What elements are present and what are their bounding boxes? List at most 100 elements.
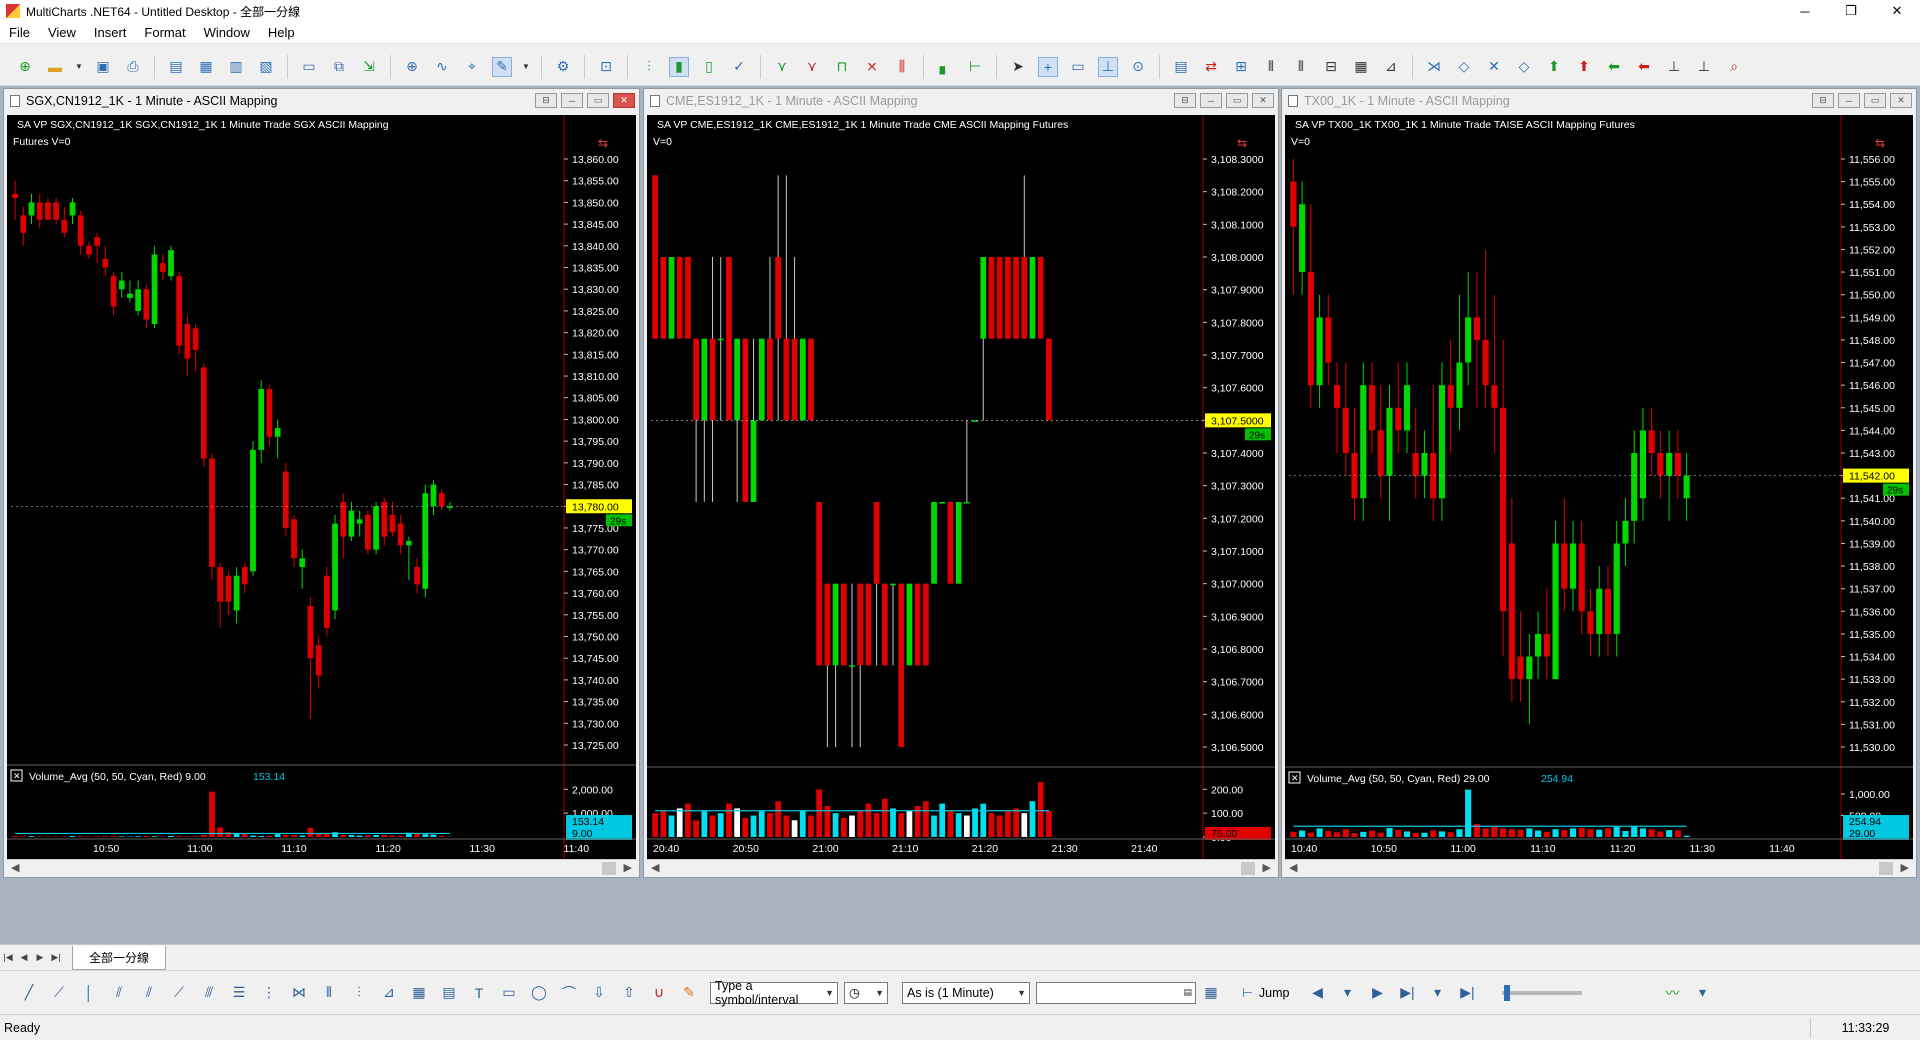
scroll-thumb[interactable] — [602, 862, 616, 875]
rectangle-icon[interactable]: ▭ — [499, 983, 519, 1003]
chart-type-icon[interactable]: 〰 — [1662, 983, 1682, 1003]
minimize-icon[interactable]: ─ — [1200, 93, 1222, 108]
scroll-thumb[interactable] — [1241, 862, 1255, 875]
horizontal-scrollbar[interactable]: ◀ ▶ — [1285, 859, 1913, 877]
chart-svg[interactable]: SA VP SGX,CN1912_1K SGX,CN1912_1K 1 Minu… — [7, 115, 636, 859]
magnet-icon[interactable]: ∪ — [649, 983, 669, 1003]
new-report-icon[interactable]: ▧ — [256, 57, 276, 77]
menu-window[interactable]: Window — [195, 25, 259, 40]
format-study-icon[interactable]: ∿ — [432, 57, 452, 77]
restore-icon[interactable]: ⊟ — [535, 93, 557, 108]
speed-slider[interactable] — [1502, 984, 1583, 1001]
grid-icon[interactable]: ▦ — [409, 983, 429, 1003]
chevron-down-icon[interactable]: ▼ — [825, 988, 834, 998]
ray-line-icon[interactable]: ⟋ — [49, 983, 69, 1003]
data-window-icon[interactable]: ▭ — [1068, 57, 1088, 77]
chart-trading-icon[interactable]: ✎ — [492, 56, 512, 77]
kagi-icon[interactable]: ⋎ — [802, 57, 822, 77]
parallel-lines-icon[interactable]: ⫽ — [139, 983, 159, 1003]
chart-plot-area[interactable]: SA VP CME,ES1912_1K CME,ES1912_1K 1 Minu… — [647, 115, 1275, 859]
alert-icon[interactable]: ▦ — [1351, 57, 1371, 77]
unsync-icon[interactable]: ✕ — [1484, 57, 1504, 77]
fibonacci-extension-icon[interactable]: ⋮ — [259, 983, 279, 1003]
arrow-up-icon[interactable]: ⬆ — [1544, 57, 1564, 77]
price-scale-icon[interactable]: ⦀ — [1261, 57, 1281, 77]
fibonacci-retracement-icon[interactable]: ☰ — [229, 983, 249, 1003]
anchor-icon[interactable]: ⊥ — [1664, 57, 1684, 77]
line-break-icon[interactable]: ⨯ — [862, 57, 882, 77]
format-window-icon[interactable]: ⊡ — [596, 57, 616, 77]
scroll-thumb[interactable] — [1879, 862, 1893, 875]
minimize-icon[interactable]: ─ — [1838, 93, 1860, 108]
hollow-candle-icon[interactable]: ▯ — [699, 57, 719, 77]
import-icon[interactable]: ⇲ — [359, 57, 379, 77]
range-bar-icon[interactable]: ⫼ — [892, 57, 912, 77]
renko-icon[interactable]: ⊓ — [832, 57, 852, 77]
open-workspace-icon[interactable]: ▬ — [45, 57, 65, 77]
arrow-right-icon[interactable]: ⬅ — [1634, 57, 1654, 77]
arc-icon[interactable]: ⌒ — [559, 983, 579, 1003]
scroll-left-icon[interactable]: ◀ — [11, 861, 19, 874]
trend-line-icon[interactable]: ╱ — [19, 983, 39, 1003]
candlestick-icon[interactable]: ▮ — [669, 56, 689, 77]
dropdown-icon[interactable]: ▾ — [1692, 983, 1712, 1003]
jump-button[interactable]: ⊢ Jump — [1242, 985, 1289, 1001]
order-tracking-icon[interactable]: ⊞ — [1231, 57, 1251, 77]
close-icon[interactable]: ✕ — [1252, 93, 1274, 108]
new-dom-icon[interactable]: ▥ — [226, 57, 246, 77]
chart-plot-area[interactable]: SA VP SGX,CN1912_1K SGX,CN1912_1K 1 Minu… — [7, 115, 636, 859]
symbol-interval-input[interactable]: Type a symbol/interval ▼ — [710, 979, 838, 1007]
arrow-up-icon[interactable]: ⇧ — [619, 983, 639, 1003]
chart-window-sgx[interactable]: SGX,CN1912_1K - 1 Minute - ASCII Mapping… — [3, 88, 640, 878]
cascade-icon[interactable]: ⧉ — [329, 57, 349, 77]
menu-insert[interactable]: Insert — [85, 25, 136, 40]
new-scanner-icon[interactable]: ▦ — [196, 57, 216, 77]
chevron-down-icon[interactable]: ▼ — [875, 988, 884, 998]
chart-window-cme[interactable]: CME,ES1912_1K - 1 Minute - ASCII Mapping… — [643, 88, 1279, 878]
next-sheet-icon[interactable]: ▶ — [32, 952, 48, 963]
insert-drawing-icon[interactable]: ⌖ — [462, 57, 482, 77]
dropdown-icon[interactable]: ▼ — [522, 57, 530, 77]
tool-icon[interactable]: ⊥ — [1694, 57, 1714, 77]
regression-channel-icon[interactable]: ⊿ — [379, 983, 399, 1003]
scroll-icon[interactable]: ◇ — [1514, 57, 1534, 77]
maximize-icon[interactable]: ▭ — [587, 93, 609, 108]
andrews-pitchfork-icon[interactable]: ⫶ — [349, 983, 369, 1003]
dropdown-icon[interactable]: ▼ — [75, 57, 83, 77]
tick-bar-icon[interactable]: ⊢ — [965, 57, 985, 77]
last-sheet-icon[interactable]: ▶| — [48, 952, 64, 963]
minimize-icon[interactable]: ─ — [561, 93, 583, 108]
arrow-down-icon[interactable]: ⬆ — [1574, 57, 1594, 77]
maximize-icon[interactable]: ▭ — [1226, 93, 1248, 108]
slider-knob[interactable] — [1504, 984, 1511, 1001]
insert-study-icon[interactable]: ⊕ — [402, 57, 422, 77]
ohlc-bar-icon[interactable]: ⫶ — [639, 57, 659, 77]
minimize-icon[interactable]: ─ — [1782, 0, 1828, 22]
quote-manager-icon[interactable]: ▤ — [1171, 57, 1191, 77]
interval-clock-button[interactable]: ◷ ▼ — [844, 981, 888, 1004]
arrow-down-icon[interactable]: ⇩ — [589, 983, 609, 1003]
fibonacci-fan-icon[interactable]: ⋈ — [289, 983, 309, 1003]
pointer-icon[interactable]: ➤ — [1008, 57, 1028, 77]
line-chart-icon[interactable]: ✓ — [729, 57, 749, 77]
chart-svg[interactable]: SA VP CME,ES1912_1K CME,ES1912_1K 1 Minu… — [647, 115, 1275, 859]
close-icon[interactable]: ✕ — [613, 93, 635, 108]
channel-icon[interactable]: ⫽ — [109, 983, 129, 1003]
arrow-left-icon[interactable]: ⬅ — [1604, 57, 1624, 77]
date-input[interactable]: ▤ — [1036, 981, 1196, 1004]
play-icon[interactable]: ▶ — [1367, 983, 1387, 1003]
settings-icon[interactable]: ⚙ — [553, 57, 573, 77]
calendar-dropdown-icon[interactable]: ▤ — [1183, 987, 1192, 998]
bar-spacing-icon[interactable]: ⦀ — [1291, 57, 1311, 77]
prev-sheet-icon[interactable]: ◀ — [16, 952, 32, 963]
resolution-select[interactable]: As is (1 Minute) ▼ — [902, 981, 1030, 1004]
scroll-right-icon[interactable]: ▶ — [624, 861, 632, 874]
scroll-right-icon[interactable]: ▶ — [1901, 861, 1909, 874]
scroll-left-icon[interactable]: ◀ — [651, 861, 659, 874]
new-workspace-icon[interactable]: ⊕ — [15, 57, 35, 77]
restore-icon[interactable]: ❐ — [1828, 0, 1874, 22]
prev-bar-icon[interactable]: ◀ — [1307, 983, 1327, 1003]
scroll-right-icon[interactable]: ▶ — [1263, 861, 1271, 874]
print-icon[interactable]: ⎙ — [123, 57, 143, 77]
menu-format[interactable]: Format — [135, 25, 194, 40]
